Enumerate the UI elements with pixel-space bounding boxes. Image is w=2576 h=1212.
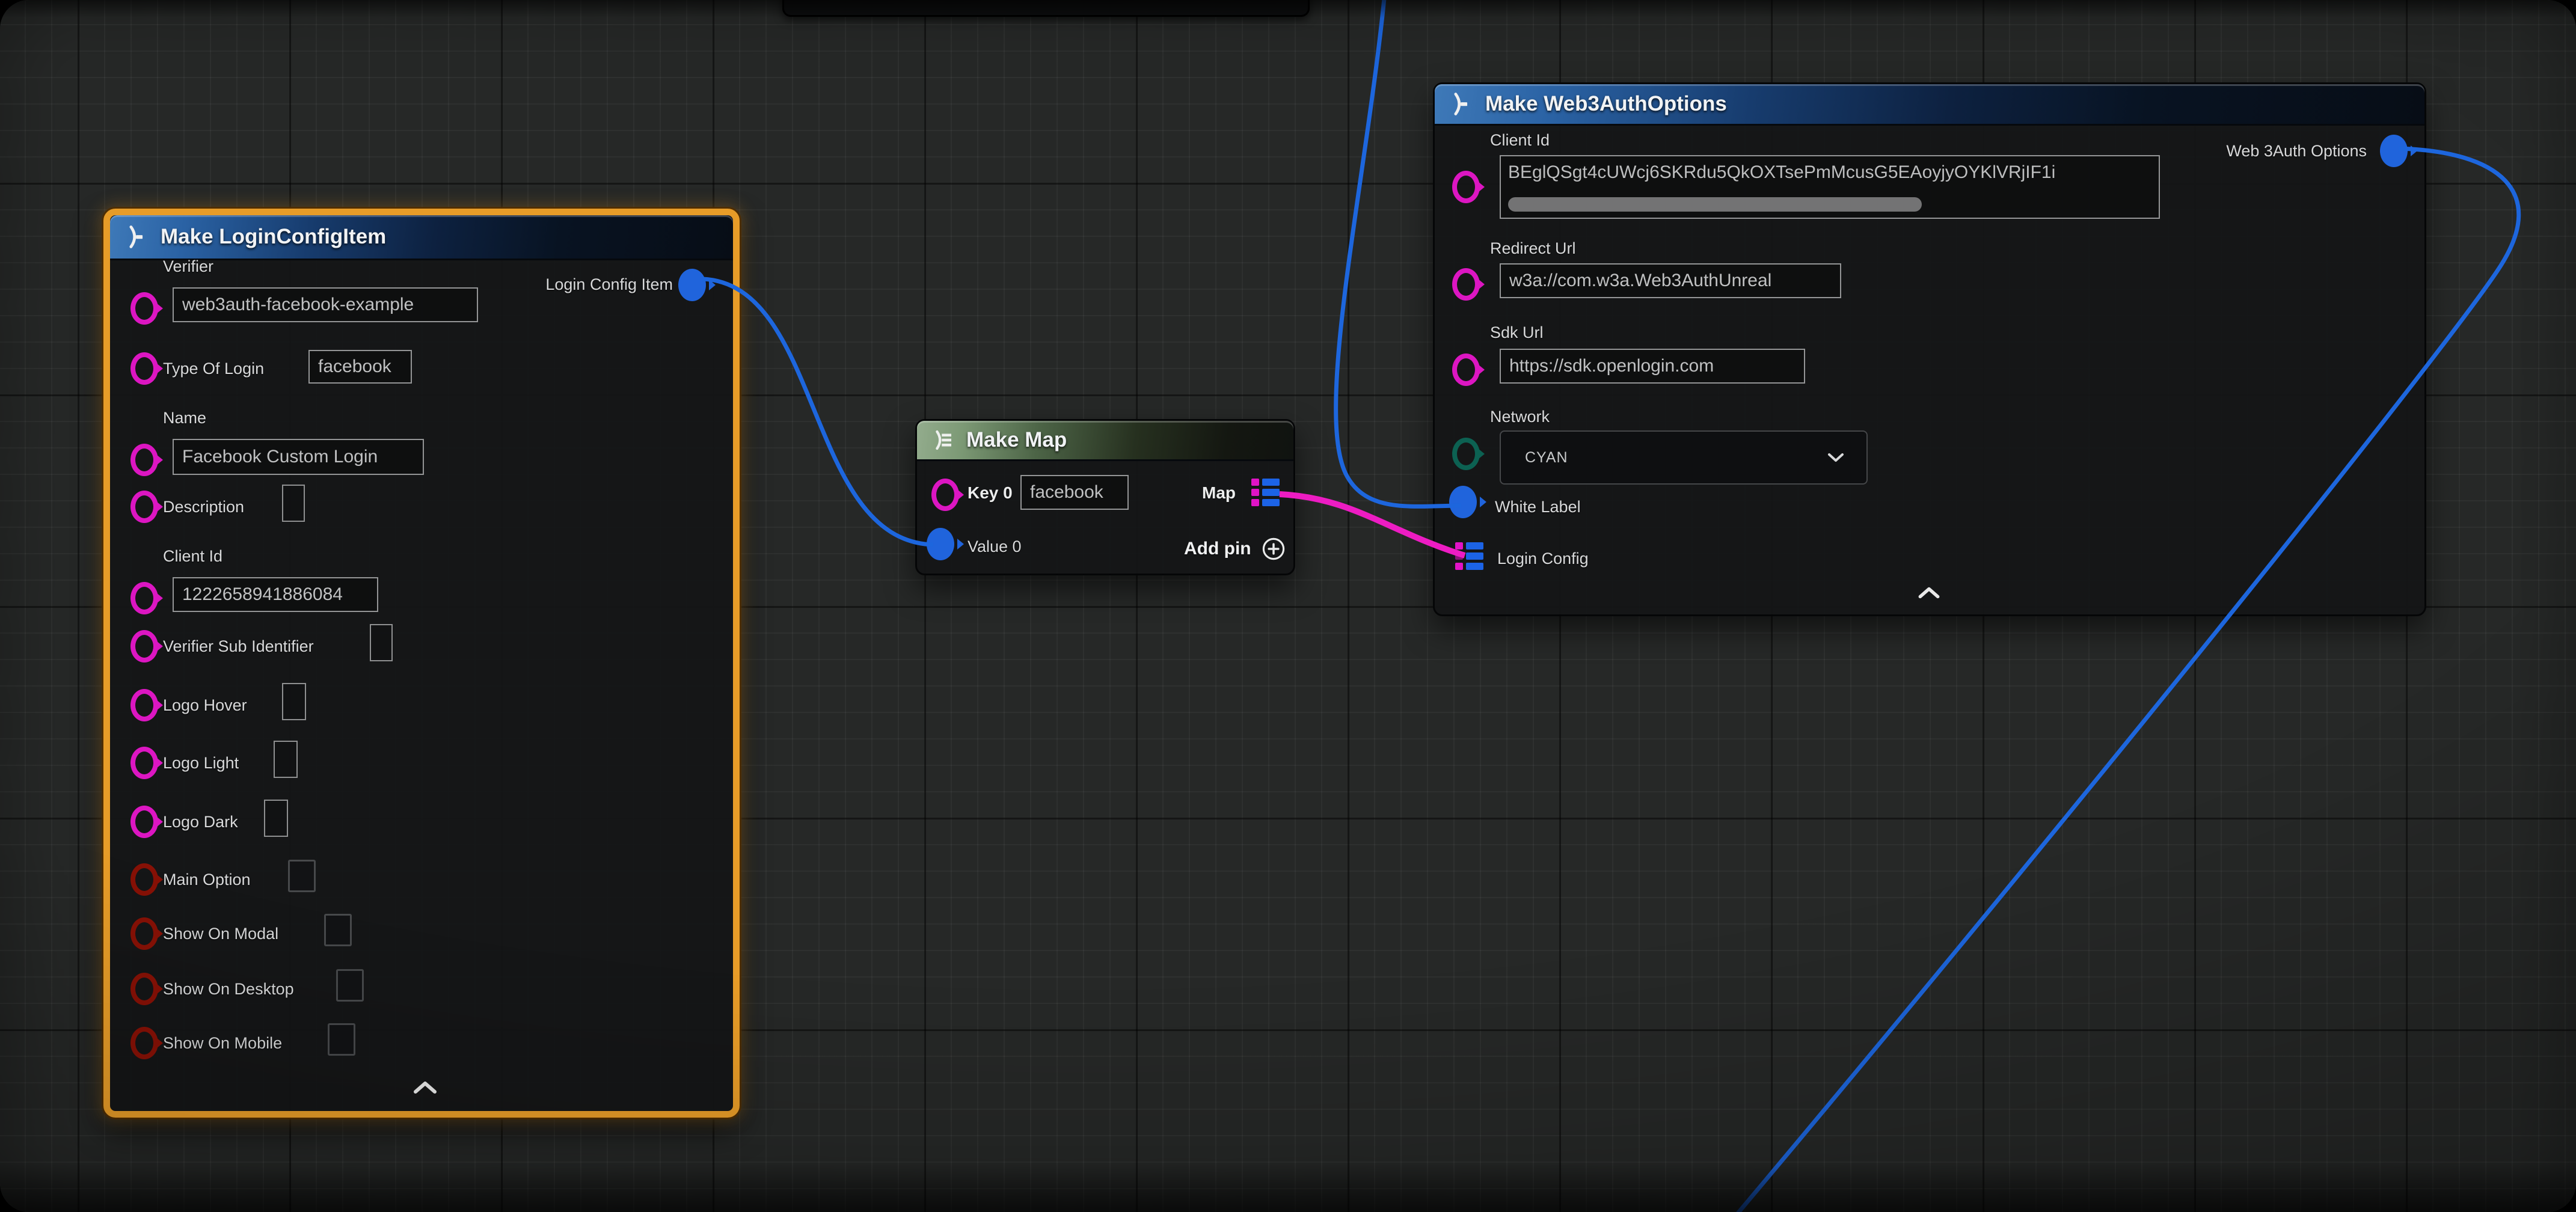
pin-label-map-output: Map [1202,483,1236,503]
node-header-make-map[interactable]: Make Map [917,421,1293,461]
pin-label-logo-hover: Logo Hover [163,696,247,715]
pin-label-logo-light: Logo Light [163,754,239,773]
input-pin-show-on-mobile[interactable] [130,1027,158,1059]
input-pin-logo-hover[interactable] [130,689,158,721]
logo-light-input[interactable] [274,741,298,778]
output-pin-label: Login Config Item [545,275,673,294]
pin-label-key-0: Key 0 [968,483,1013,503]
node-make-web3authoptions[interactable]: Make Web3AuthOptions Web 3Auth Options C… [1433,82,2426,616]
pin-label-description: Description [163,498,244,516]
make-struct-icon [1448,91,1474,117]
input-pin-logo-light[interactable] [130,747,158,779]
node-title: Make LoginConfigItem [161,225,386,249]
node-make-map[interactable]: Make Map Key 0 facebook Map Value 0 Add … [915,419,1295,575]
input-pin-redirect-url[interactable] [1452,268,1480,301]
pin-label-white-label: White Label [1495,498,1581,516]
add-pin-plus-icon [1261,536,1286,562]
network-selected-value: CYAN [1525,449,1568,467]
client-id-scrollbar[interactable] [1508,197,1922,212]
pin-label-client-id: Client Id [1490,131,1550,150]
pin-label-verifier-sub-identifier: Verifier Sub Identifier [163,637,314,656]
offscreen-node-partial[interactable] [782,0,1310,17]
blueprint-graph-canvas[interactable]: Make LoginConfigItem Login Config Item V… [0,0,2576,1212]
make-map-icon [930,427,955,453]
input-pin-white-label[interactable] [1449,486,1477,518]
pin-label-main-option: Main Option [163,871,251,889]
show-on-desktop-checkbox[interactable] [336,969,364,1002]
logo-dark-input[interactable] [264,800,288,837]
input-pin-logo-dark[interactable] [130,806,158,838]
input-pin-show-on-desktop[interactable] [130,973,158,1005]
type-of-login-input[interactable]: facebook [308,350,412,384]
pin-label-value-0: Value 0 [968,537,1022,556]
show-on-mobile-checkbox[interactable] [328,1023,355,1056]
pin-label-client-id: Client Id [163,547,222,566]
pin-label-verifier: Verifier [163,257,213,276]
pin-label-show-on-desktop: Show On Desktop [163,980,294,999]
input-pin-network[interactable] [1452,438,1480,470]
client-id-input[interactable]: 1222658941886084 [173,577,378,612]
pin-label-name: Name [163,409,206,427]
pin-label-sdk-url: Sdk Url [1490,323,1544,342]
output-pin-label: Web 3Auth Options [2226,142,2367,161]
logo-hover-input[interactable] [282,683,306,720]
node-title: Make Map [966,428,1067,452]
name-input[interactable]: Facebook Custom Login [173,439,424,475]
key-0-input[interactable]: facebook [1020,475,1129,510]
show-on-modal-checkbox[interactable] [324,914,352,946]
input-pin-verifier-sub-identifier[interactable] [130,630,158,663]
input-pin-key-0[interactable] [931,479,959,511]
pin-label-type-of-login: Type Of Login [163,360,264,378]
pin-label-logo-dark: Logo Dark [163,813,238,831]
pin-label-redirect-url: Redirect Url [1490,239,1576,258]
input-pin-client-id[interactable] [1452,171,1480,203]
pin-label-network: Network [1490,408,1550,426]
pin-label-login-config: Login Config [1497,549,1589,568]
make-struct-icon [123,224,150,250]
description-input[interactable] [282,485,305,522]
node-header-make-loginconfigitem[interactable]: Make LoginConfigItem [110,215,733,260]
input-pin-type-of-login[interactable] [130,352,158,385]
input-pin-verifier[interactable] [130,292,158,325]
node-header-make-web3authoptions[interactable]: Make Web3AuthOptions [1435,84,2424,126]
input-pin-name[interactable] [130,444,158,476]
input-pin-login-config[interactable] [1455,542,1483,570]
add-pin-label: Add pin [1184,539,1251,559]
node-title: Make Web3AuthOptions [1485,92,1727,116]
output-pin-web3auth-options[interactable] [2380,135,2408,167]
collapse-node-chevron-icon[interactable] [411,1079,440,1100]
output-pin-map[interactable] [1251,479,1280,506]
verifier-input[interactable]: web3auth-facebook-example [173,287,478,322]
sdk-url-input[interactable]: https://sdk.openlogin.com [1500,349,1805,384]
network-dropdown[interactable]: CYAN [1500,430,1868,485]
chevron-down-icon [1826,451,1846,464]
input-pin-show-on-modal[interactable] [130,917,158,950]
client-id-text: BEglQSgt4cUWcj6SKRdu5QkOXTsePmMcusG5EAoy… [1508,162,2153,183]
input-pin-value-0[interactable] [927,528,954,560]
pin-label-show-on-modal: Show On Modal [163,925,278,943]
add-pin-button[interactable]: Add pin [1184,536,1286,562]
pin-label-show-on-mobile: Show On Mobile [163,1034,282,1053]
collapse-node-chevron-icon[interactable] [1916,584,1942,604]
input-pin-description[interactable] [130,491,158,523]
output-pin-login-config-item[interactable] [678,269,706,301]
main-option-checkbox[interactable] [288,860,316,892]
input-pin-client-id[interactable] [130,582,158,614]
redirect-url-input[interactable]: w3a://com.w3a.Web3AuthUnreal [1500,263,1841,298]
verifier-sub-identifier-input[interactable] [370,624,393,661]
input-pin-main-option[interactable] [130,863,158,896]
node-make-loginconfigitem[interactable]: Make LoginConfigItem Login Config Item V… [103,209,740,1118]
input-pin-sdk-url[interactable] [1452,354,1480,386]
client-id-input[interactable]: BEglQSgt4cUWcj6SKRdu5QkOXTsePmMcusG5EAoy… [1500,155,2160,219]
